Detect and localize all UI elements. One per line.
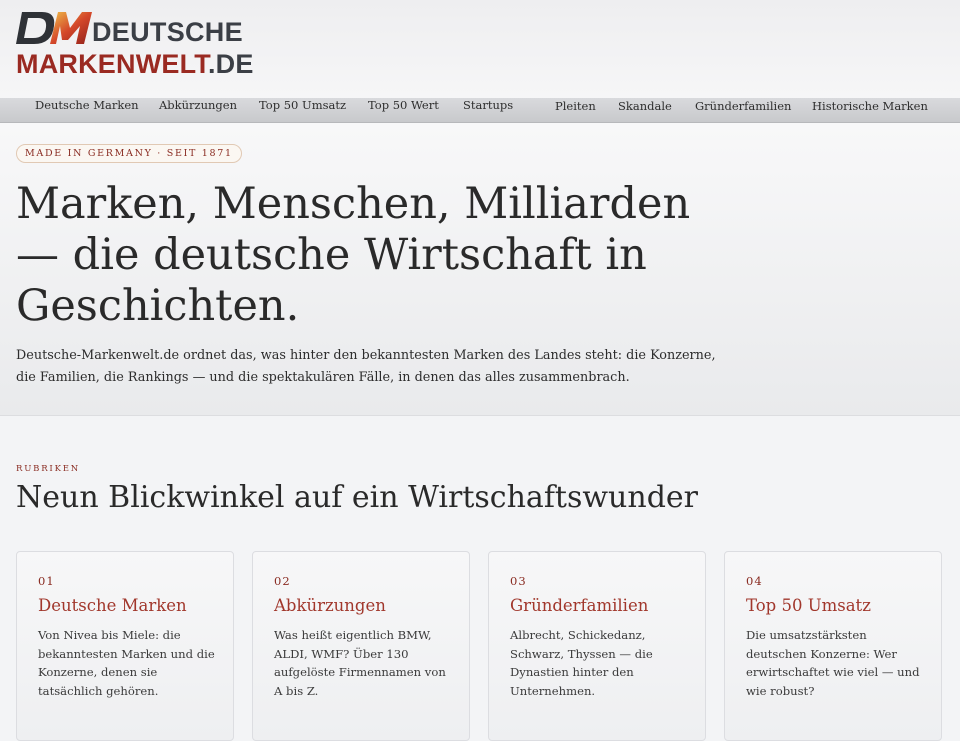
category-card-top-50-umsatz[interactable]: 04 Top 50 Umsatz Die umsatzstärksten deu… <box>724 551 942 741</box>
main-navigation: Deutsche Marken Abkürzungen Top 50 Umsat… <box>0 98 960 123</box>
card-description: Albrecht, Schickedanz, Schwarz, Thyssen … <box>510 628 653 698</box>
hero-section: MADE IN GERMANY · SEIT 1871 Marken, Mens… <box>0 123 960 416</box>
card-description: Von Nivea bis Miele: die bekanntesten Ma… <box>38 628 215 698</box>
nav-item-top-50-wert[interactable]: Top 50 Wert <box>368 98 439 112</box>
logo-text-line1: DEUTSCHE <box>92 17 243 47</box>
card-title[interactable]: Gründerfamilien <box>510 596 648 615</box>
category-card-abkuerzungen[interactable]: 02 Abkürzungen Was heißt eigentlich BMW,… <box>252 551 470 741</box>
section-title: Neun Blickwinkel auf ein Wirtschaftswund… <box>16 480 698 515</box>
nav-item-skandale[interactable]: Skandale <box>618 99 672 113</box>
logo-text-line2: MARKENWELT.DE <box>16 48 254 80</box>
logo-text-domain: .DE <box>207 49 254 79</box>
nav-item-pleiten[interactable]: Pleiten <box>555 99 596 113</box>
nav-item-gruenderfamilien[interactable]: Gründerfamilien <box>695 99 791 113</box>
category-card-gruenderfamilien[interactable]: 03 Gründerfamilien Albrecht, Schickedanz… <box>488 551 706 741</box>
nav-item-top-50-umsatz[interactable]: Top 50 Umsatz <box>259 98 346 112</box>
logo-text-markenwelt: MARKENWELT <box>16 49 208 79</box>
card-title[interactable]: Abkürzungen <box>274 596 386 615</box>
hero-headline: Marken, Menschen, Milliarden — die deuts… <box>16 179 691 331</box>
card-title[interactable]: Top 50 Umsatz <box>746 596 871 615</box>
section-label: RUBRIKEN <box>16 464 80 474</box>
card-number: 01 <box>38 574 55 588</box>
site-header: DEUTSCHE MARKENWELT.DE <box>0 0 960 98</box>
card-number: 02 <box>274 574 291 588</box>
logo-monogram-icon <box>16 12 92 44</box>
card-number: 03 <box>510 574 527 588</box>
hero-intro: Deutsche-Markenwelt.de ordnet das, was h… <box>16 348 716 385</box>
card-description: Die umsatzstärksten deutschen Konzerne: … <box>746 628 920 698</box>
hero-badge: MADE IN GERMANY · SEIT 1871 <box>16 144 242 163</box>
card-description: Was heißt eigentlich BMW, ALDI, WMF? Übe… <box>274 628 446 698</box>
card-number: 04 <box>746 574 763 588</box>
nav-item-historische-marken[interactable]: Historische Marken <box>812 99 928 113</box>
site-logo[interactable]: DEUTSCHE MARKENWELT.DE <box>16 8 266 80</box>
category-card-deutsche-marken[interactable]: 01 Deutsche Marken Von Nivea bis Miele: … <box>16 551 234 741</box>
card-title[interactable]: Deutsche Marken <box>38 596 187 615</box>
nav-item-abkuerzungen[interactable]: Abkürzungen <box>159 98 237 112</box>
nav-item-deutsche-marken[interactable]: Deutsche Marken <box>35 98 139 112</box>
nav-item-startups[interactable]: Startups <box>463 98 513 112</box>
